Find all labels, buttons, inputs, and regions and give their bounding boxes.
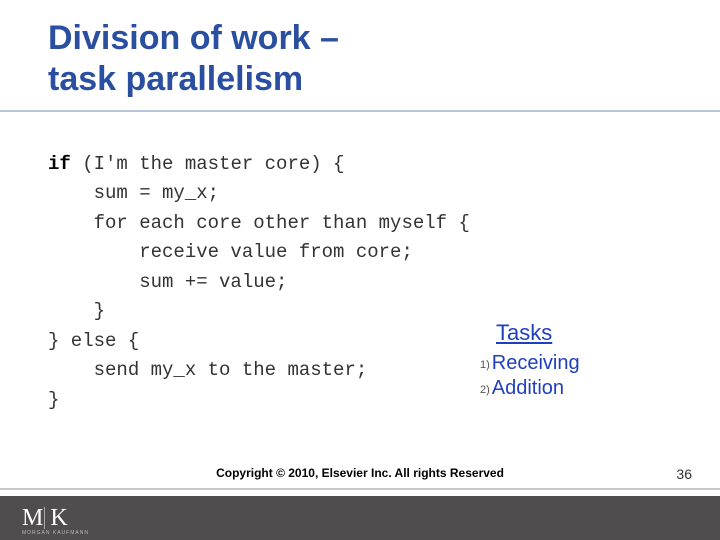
code-line-3: for each core other than myself { bbox=[48, 212, 470, 234]
code-line-2: sum = my_x; bbox=[48, 182, 219, 204]
title-line-1: Division of work – bbox=[48, 19, 339, 57]
page-number: 36 bbox=[676, 466, 692, 482]
list-item: 1)Receiving bbox=[480, 352, 580, 375]
code-line-7: } else { bbox=[48, 330, 139, 352]
pseudocode-block: if (I'm the master core) { sum = my_x; f… bbox=[48, 150, 470, 415]
footer-bar: M K MORGAN KAUFMANN bbox=[0, 496, 720, 540]
logo-subtitle: MORGAN KAUFMANN bbox=[22, 530, 89, 536]
title-line-2: task parallelism bbox=[48, 60, 303, 98]
list-label: Receiving bbox=[492, 352, 580, 374]
list-num: 2) bbox=[480, 384, 490, 396]
list-label: Addition bbox=[492, 377, 564, 399]
code-line-1b: (I'm the master core) { bbox=[71, 153, 345, 175]
logo-separator bbox=[44, 507, 45, 529]
code-line-9: } bbox=[48, 389, 59, 411]
publisher-logo: M K bbox=[22, 505, 68, 532]
list-num: 1) bbox=[480, 359, 490, 371]
tasks-heading: Tasks bbox=[496, 320, 580, 346]
code-line-6: } bbox=[48, 300, 105, 322]
tasks-list: 1)Receiving 2)Addition bbox=[480, 352, 580, 400]
list-item: 2)Addition bbox=[480, 377, 580, 400]
title-text: Division of work – task parallelism bbox=[48, 18, 720, 100]
code-line-8: send my_x to the master; bbox=[48, 359, 367, 381]
slide-footer: Copyright © 2010, Elsevier Inc. All righ… bbox=[0, 488, 720, 540]
copyright-text: Copyright © 2010, Elsevier Inc. All righ… bbox=[216, 466, 504, 480]
code-line-5: sum += value; bbox=[48, 271, 287, 293]
logo-letter-m: M bbox=[22, 505, 41, 532]
footer-divider bbox=[0, 488, 720, 490]
title-divider bbox=[0, 110, 720, 112]
logo-letter-k: K bbox=[50, 505, 67, 532]
tasks-panel: Tasks 1)Receiving 2)Addition bbox=[480, 320, 580, 402]
keyword-if: if bbox=[48, 153, 71, 175]
slide-title: Division of work – task parallelism bbox=[0, 0, 720, 100]
code-line-4: receive value from core; bbox=[48, 241, 413, 263]
